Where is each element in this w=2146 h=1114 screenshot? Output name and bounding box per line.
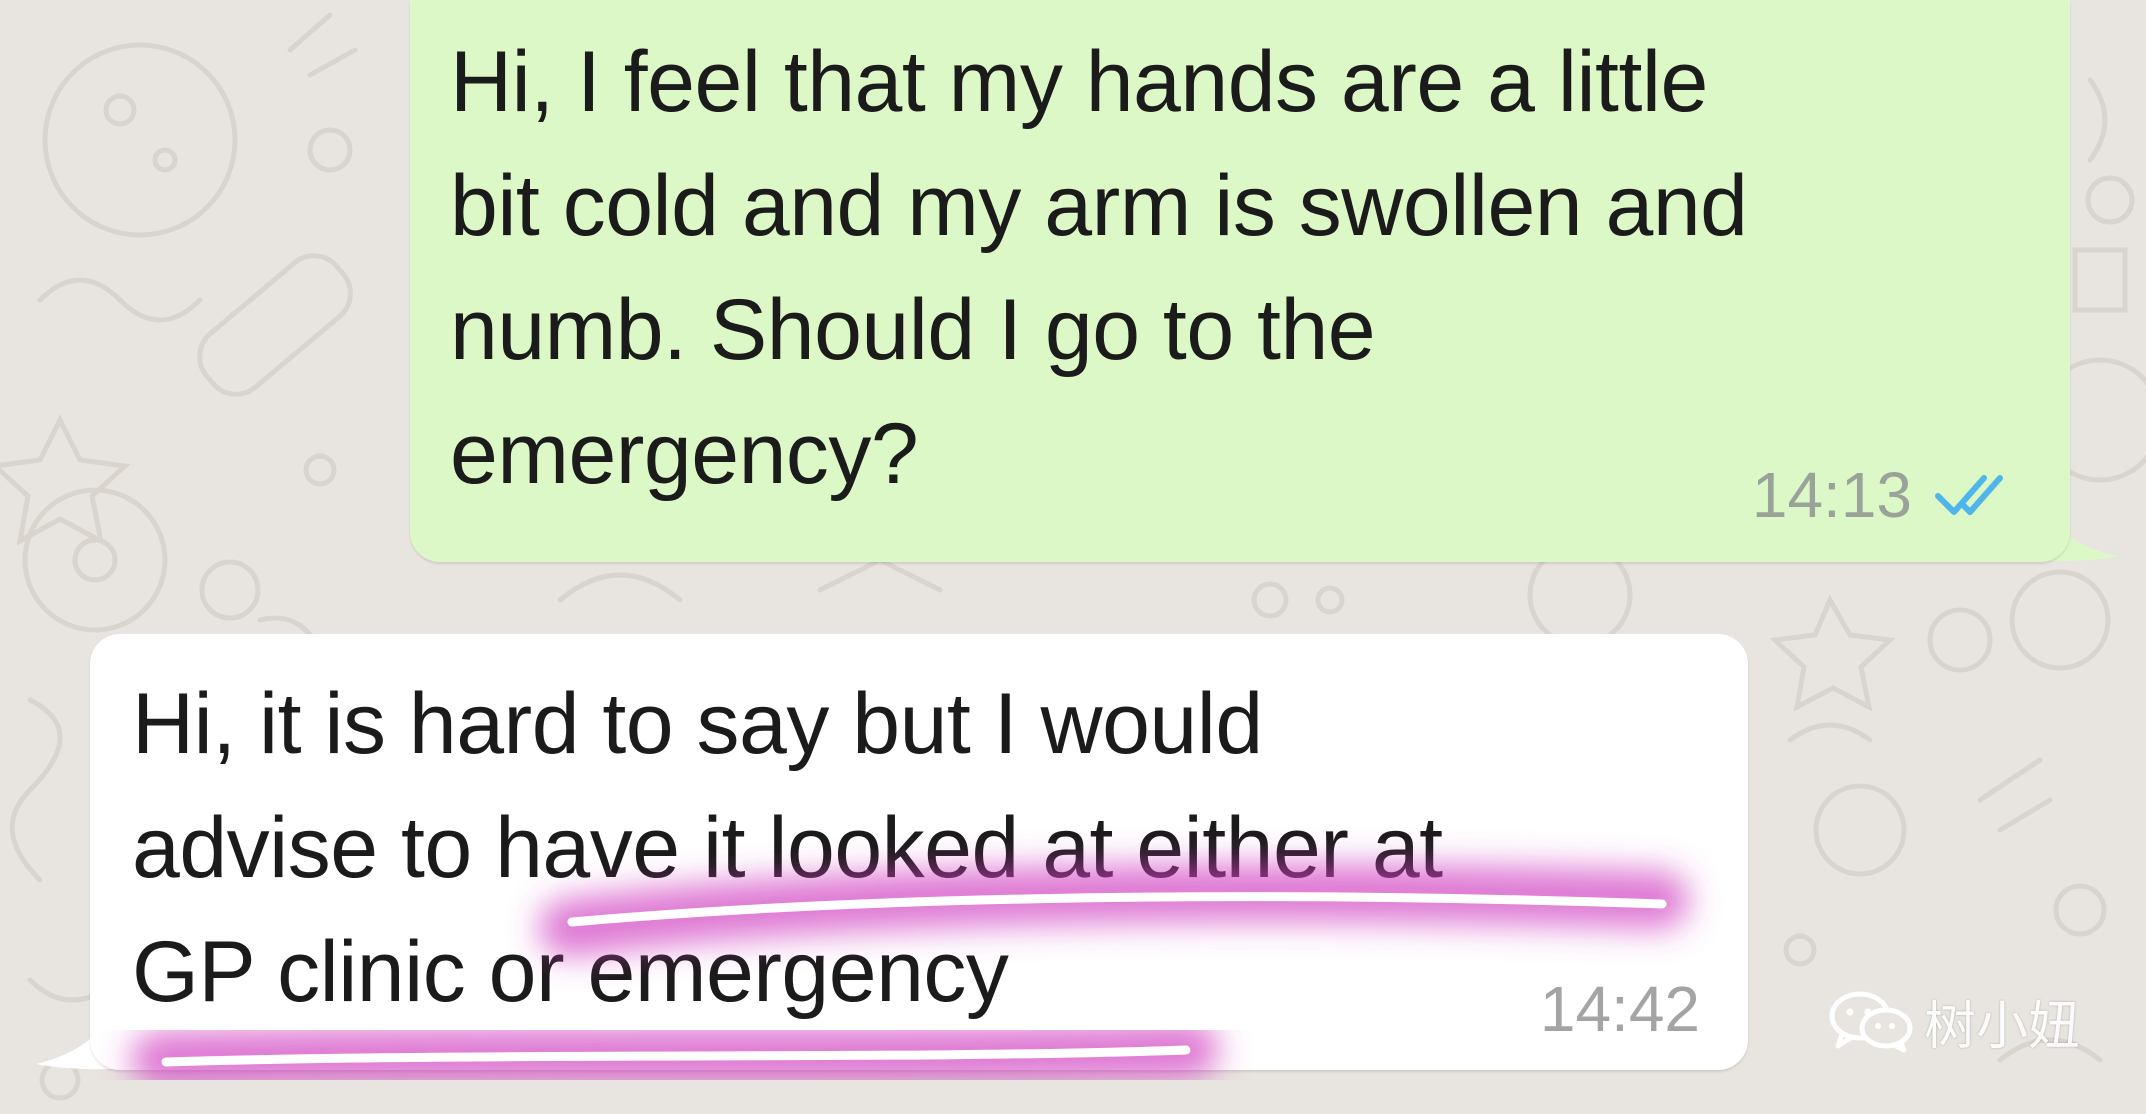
message-timestamp: 14:42 (1539, 973, 1700, 1045)
wechat-icon (1829, 991, 1913, 1052)
double-check-read-icon (1935, 475, 2003, 515)
message-line: Hi, it is hard to say but I would (132, 676, 1263, 772)
incoming-message-text: Hi, it is hard to say but I would advise… (132, 662, 1443, 1034)
message-line: Hi, I feel that my hands are a little (450, 34, 1708, 130)
incoming-message-bubble[interactable]: Hi, it is hard to say but I would advise… (90, 634, 1748, 1070)
watermark: 树小妞 (1828, 984, 2080, 1059)
message-line: GP clinic or emergency (132, 924, 1009, 1020)
outgoing-message-meta: 14:13 (1752, 458, 2020, 532)
message-timestamp: 14:13 (1751, 459, 1912, 531)
message-line: numb. Should I go to the (450, 282, 1376, 378)
message-line: emergency? (450, 406, 919, 502)
message-line: advise to have it looked at either at (132, 800, 1443, 896)
incoming-message-meta: 14:42 (1540, 972, 1700, 1046)
outgoing-message-text: Hi, I feel that my hands are a little bi… (450, 20, 1748, 516)
message-line: bit cold and my arm is swollen and (450, 158, 1748, 254)
watermark-label: 树小妞 (1924, 997, 2081, 1057)
outgoing-message-bubble[interactable]: Hi, I feel that my hands are a little bi… (410, 0, 2070, 562)
